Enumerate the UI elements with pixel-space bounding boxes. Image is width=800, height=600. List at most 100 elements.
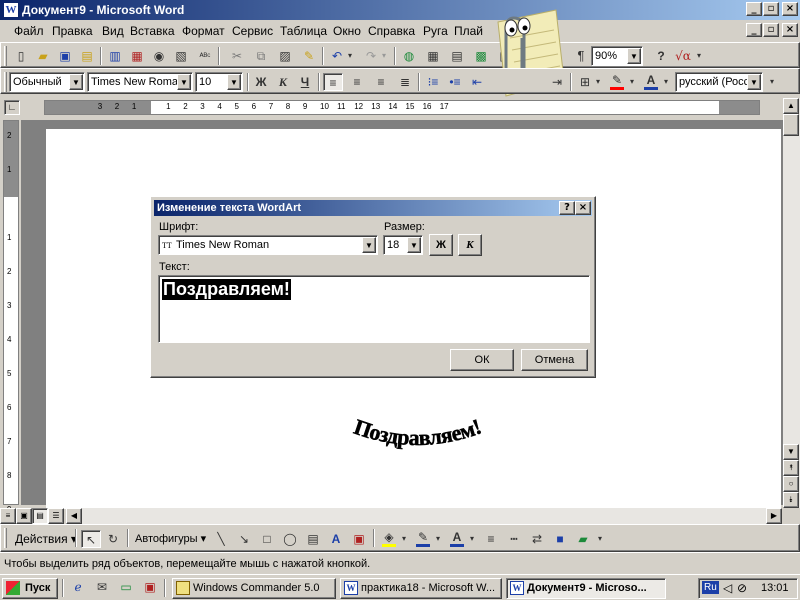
print-icon[interactable]: ▦ [127, 47, 147, 65]
font-color-icon[interactable]: A [641, 73, 661, 91]
3d-icon[interactable]: ▰ [573, 530, 593, 548]
vertical-ruler[interactable]: 21123456789 [3, 120, 19, 514]
menu-window[interactable]: Окно [333, 24, 361, 38]
book-icon[interactable]: ▥ [105, 47, 125, 65]
scroll-thumb[interactable] [783, 114, 799, 136]
font-size-dropdown-icon[interactable]: ▼ [227, 74, 241, 90]
borders-dropdown-icon[interactable]: ▾ [593, 73, 603, 91]
undo-dropdown-icon[interactable]: ▾ [345, 47, 355, 65]
fill-color-icon[interactable]: ◈ [379, 530, 399, 548]
bold-button[interactable]: Ж [251, 73, 271, 91]
font-color-dropdown-icon[interactable]: ▾ [661, 73, 671, 91]
shadow-icon[interactable]: ■ [550, 530, 570, 548]
scroll-up-button[interactable]: ▲ [783, 98, 799, 114]
tab-selector-icon[interactable]: ∟ [4, 100, 20, 115]
draw-font-color-dropdown-icon[interactable]: ▾ [467, 530, 477, 548]
style-dropdown-icon[interactable]: ▼ [69, 74, 83, 90]
quick-launch-icon[interactable]: ▣ [140, 578, 160, 596]
equation-icon[interactable]: √α [673, 47, 693, 65]
numbering-icon[interactable]: ⁝≡ [423, 73, 443, 91]
hscroll-track[interactable] [66, 508, 766, 524]
fill-color-dropdown-icon[interactable]: ▾ [399, 530, 409, 548]
arrow-style-icon[interactable]: ⇄ [527, 530, 547, 548]
dialog-bold-button[interactable]: Ж [429, 234, 453, 256]
new-document-icon[interactable]: ▯ [11, 47, 31, 65]
highlight-icon[interactable]: ✎ [607, 73, 627, 91]
hyperlink-icon[interactable]: ◍ [399, 47, 419, 65]
wordart-text-input[interactable]: Поздравляем! [158, 275, 590, 343]
scroll-down-button[interactable]: ▼ [783, 444, 799, 460]
font-select[interactable]: TT Times New Roman ▼ [158, 235, 378, 255]
outline-view-button[interactable]: ☰ [48, 508, 64, 524]
save-icon[interactable]: ▣ [55, 47, 75, 65]
underline-button[interactable]: Ч [295, 73, 315, 91]
dash-style-icon[interactable]: ┅ [504, 530, 524, 548]
size-select[interactable]: 18 ▼ [383, 235, 423, 255]
menu-ruga[interactable]: Руга [423, 24, 448, 38]
scroll-right-button[interactable]: ▶ [766, 508, 782, 524]
select-browse-object-button[interactable]: ○ [783, 476, 799, 492]
copy-icon[interactable]: ⧉ [251, 47, 271, 65]
bullets-icon[interactable]: •≡ [445, 73, 465, 91]
doc-restore-button[interactable]: ▫ [763, 23, 779, 37]
wordart-object[interactable]: Поздравляем! [330, 405, 505, 463]
dialog-help-button[interactable]: ? [559, 201, 575, 215]
menu-edit[interactable]: Правка [52, 24, 93, 38]
toolbar-grip[interactable] [4, 528, 7, 548]
zoom-dropdown-icon[interactable]: ▼ [627, 48, 641, 64]
size-select-dropdown-icon[interactable]: ▼ [407, 237, 421, 253]
menu-play[interactable]: Плай [454, 24, 483, 38]
web-view-button[interactable]: ▣ [16, 508, 32, 524]
rectangle-icon[interactable]: □ [257, 530, 277, 548]
autoshapes-menu[interactable]: Автофигуры ▾ [135, 532, 206, 545]
language-dropdown-icon[interactable]: ▼ [747, 74, 761, 90]
line-style-icon[interactable]: ≡ [481, 530, 501, 548]
next-page-button[interactable]: ⯯ [783, 492, 799, 508]
draw-font-color-icon[interactable]: A [447, 530, 467, 548]
actions-menu[interactable]: Действия ▾ [15, 532, 77, 546]
font-select-dropdown-icon[interactable]: ▼ [362, 237, 376, 253]
paste-icon[interactable]: ▨ [275, 47, 295, 65]
dialog-italic-button[interactable]: К [458, 234, 482, 256]
oval-icon[interactable]: ◯ [280, 530, 300, 548]
wordart-icon[interactable]: A [326, 530, 346, 548]
menu-table[interactable]: Таблица [280, 24, 327, 38]
scroll-left-button[interactable]: ◀ [66, 508, 82, 524]
more-buttons-icon[interactable]: ▾ [767, 73, 777, 91]
previous-page-button[interactable]: ⯭ [783, 460, 799, 476]
line-icon[interactable]: ╲ [211, 530, 231, 548]
doc-close-button[interactable]: × [782, 23, 798, 37]
menu-help[interactable]: Справка [368, 24, 415, 38]
language-indicator[interactable]: Ru [702, 581, 719, 594]
textbox-icon[interactable]: ▤ [303, 530, 323, 548]
decrease-indent-icon[interactable]: ⇤ [467, 73, 487, 91]
font-size-combo[interactable]: 10 ▼ [195, 72, 243, 92]
doc-minimize-button[interactable]: _ [746, 23, 762, 37]
preview-icon[interactable]: ▧ [171, 47, 191, 65]
print-preview-icon[interactable]: ◉ [149, 47, 169, 65]
show-hide-icon[interactable]: ¶ [571, 47, 591, 65]
vertical-scrollbar[interactable]: ▲ ▼ ⯭ ○ ⯯ [783, 98, 800, 508]
menu-insert[interactable]: Вставка [130, 24, 175, 38]
tables-borders-icon[interactable]: ▦ [423, 47, 443, 65]
maximize-button[interactable]: ▫ [763, 2, 779, 16]
redo-dropdown-icon[interactable]: ▾ [379, 47, 389, 65]
tray-app-icon[interactable]: ⊘ [737, 581, 747, 595]
permission-icon[interactable]: ▤ [77, 47, 97, 65]
borders-icon[interactable]: ⊞ [575, 73, 595, 91]
task-document9[interactable]: W Документ9 - Microso... [506, 578, 666, 599]
outlook-icon[interactable]: ✉ [92, 578, 112, 596]
insert-table-icon[interactable]: ▤ [447, 47, 467, 65]
highlight-dropdown-icon[interactable]: ▾ [627, 73, 637, 91]
toolbar-grip[interactable] [4, 46, 7, 66]
menu-view[interactable]: Вид [102, 24, 124, 38]
redo-icon[interactable]: ↷ [361, 47, 381, 65]
volume-icon[interactable]: ◁ [723, 581, 732, 595]
cancel-button[interactable]: Отмена [521, 349, 588, 371]
select-objects-icon[interactable]: ↖ [81, 530, 101, 548]
menu-file[interactable]: Файл [14, 24, 44, 38]
increase-indent-icon[interactable]: ⇥ [547, 73, 567, 91]
minimize-button[interactable]: _ [746, 2, 762, 16]
task-windows-commander[interactable]: Windows Commander 5.0 [172, 578, 336, 599]
line-color-icon[interactable]: ✎ [413, 530, 433, 548]
